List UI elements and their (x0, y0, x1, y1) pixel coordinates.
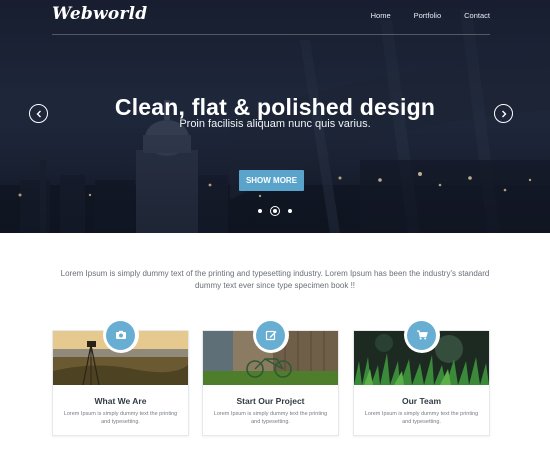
slider-dot-3[interactable] (288, 209, 292, 213)
feature-card-our-team[interactable]: Our Team Lorem Ipsum is simply dummy tex… (353, 317, 490, 436)
card-title: Start Our Project (236, 396, 305, 406)
edit-icon (265, 330, 276, 341)
card-title: What We Are (94, 396, 147, 406)
intro-text: Lorem Ipsum is simply dummy text of the … (60, 269, 490, 290)
nav-divider (52, 34, 490, 35)
show-more-button[interactable]: SHOW MORE (239, 170, 304, 191)
feature-card-start-our-project[interactable]: Start Our Project Lorem Ipsum is simply … (202, 317, 339, 436)
site-logo[interactable]: Webworld (52, 4, 147, 24)
card-title: Our Team (401, 396, 442, 406)
hero-title: Clean, flat & polished design (114, 94, 436, 120)
card-badge (102, 317, 139, 353)
nav-home[interactable]: Home (371, 11, 391, 20)
card-badge (403, 317, 440, 353)
hero-subtitle: Proin facilisis aliquam nunc quis varius… (179, 118, 371, 130)
card-text: Lorem Ipsum is simply dummy text the pri… (63, 411, 178, 425)
camera-icon (115, 330, 126, 339)
card-badge (252, 317, 289, 353)
slider-dot-2-active[interactable] (270, 206, 280, 216)
feature-card-what-we-are[interactable]: What We Are Lorem Ipsum is simply dummy … (52, 317, 189, 436)
hero-slider: Webworld Home Portfolio Contact Clean, f… (0, 0, 550, 233)
slider-pagination (253, 206, 297, 216)
card-text: Lorem Ipsum is simply dummy text the pri… (213, 411, 328, 425)
nav-contact[interactable]: Contact (464, 11, 490, 20)
slider-dot-1[interactable] (258, 209, 262, 213)
cart-icon (416, 330, 428, 340)
main-nav: Home Portfolio Contact (348, 11, 490, 20)
card-text: Lorem Ipsum is simply dummy text the pri… (364, 411, 479, 425)
nav-portfolio[interactable]: Portfolio (414, 11, 442, 20)
